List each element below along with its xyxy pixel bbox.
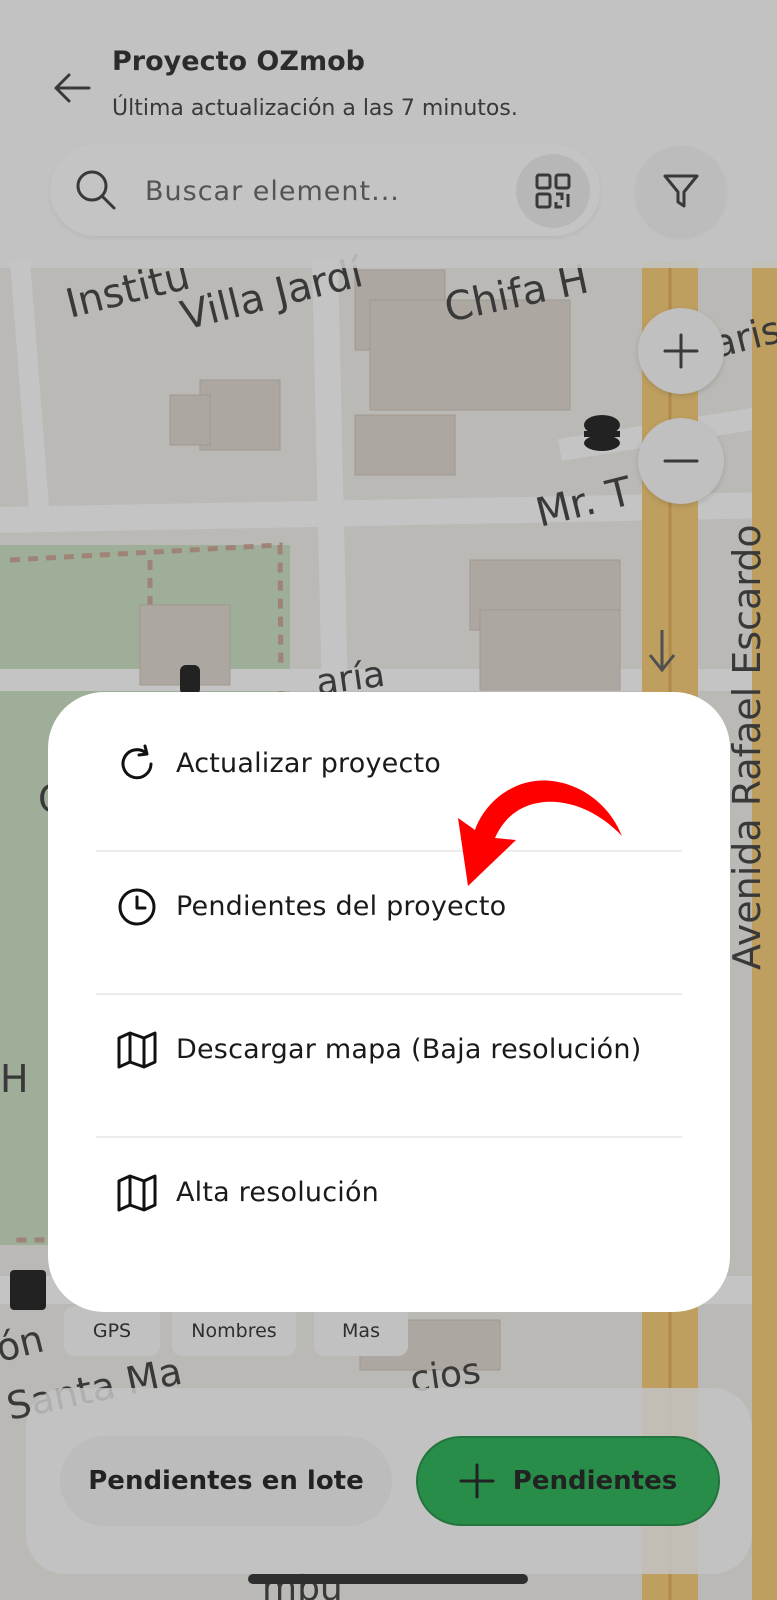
clock-icon xyxy=(114,884,160,930)
map-icon xyxy=(114,1170,160,1216)
map-icon xyxy=(114,1027,160,1073)
refresh-icon xyxy=(114,741,160,787)
annotation-arrow-icon xyxy=(458,780,622,886)
menu-item-label: Descargar mapa (Baja resolución) xyxy=(176,1034,642,1065)
menu-item-high-res[interactable]: Alta resolución xyxy=(96,1121,682,1264)
menu-item-label: Alta resolución xyxy=(176,1177,379,1208)
menu-item-download-low-res[interactable]: Descargar mapa (Baja resolución) xyxy=(96,978,682,1121)
app-screen: Institu Villa Jardí Chifa H aris Mr. T A… xyxy=(0,0,777,1600)
menu-item-label: Actualizar proyecto xyxy=(176,748,441,779)
